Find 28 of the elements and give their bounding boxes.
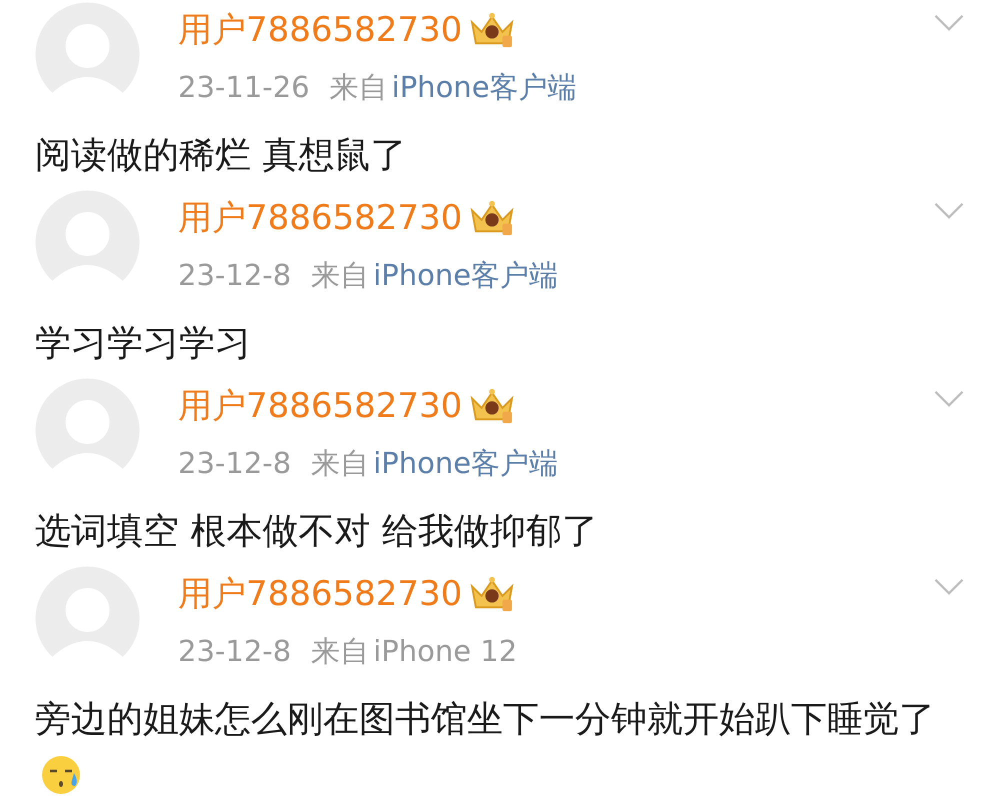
source-prefix: 来自 <box>311 634 370 668</box>
chevron-down-icon[interactable] <box>933 390 965 408</box>
chevron-down-icon[interactable] <box>933 202 965 220</box>
post-date: 23-12-8 <box>178 446 292 480</box>
post-date: 23-11-26 <box>178 70 310 104</box>
post-date: 23-12-8 <box>178 258 292 292</box>
crown-icon <box>468 11 516 49</box>
comment-text: 学习学习学习 <box>35 322 251 366</box>
source-link[interactable]: iPhone客户端 <box>373 258 558 292</box>
comment-text: 旁边的姐妹怎么刚在图书馆坐下一分钟就开始趴下睡觉了 <box>35 691 945 797</box>
username[interactable]: 用户7886582730 <box>178 198 462 238</box>
crown-icon <box>468 199 516 237</box>
comment-text: 阅读做的稀烂 真想鼠了 <box>35 134 406 178</box>
chevron-down-icon[interactable] <box>933 14 965 32</box>
source-prefix: 来自 <box>311 258 370 292</box>
crown-icon <box>468 575 516 613</box>
source-text: iPhone 12 <box>373 634 518 668</box>
chevron-down-icon[interactable] <box>933 578 965 596</box>
username[interactable]: 用户7886582730 <box>178 574 462 614</box>
crown-icon <box>468 387 516 425</box>
source-prefix: 来自 <box>311 446 370 480</box>
comment-text: 选词填空 根本做不对 给我做抑郁了 <box>35 510 598 554</box>
post-date: 23-12-8 <box>178 634 292 668</box>
username[interactable]: 用户7886582730 <box>178 10 462 50</box>
source-link[interactable]: iPhone客户端 <box>392 70 577 104</box>
username[interactable]: 用户7886582730 <box>178 386 462 426</box>
source-link[interactable]: iPhone客户端 <box>373 446 558 480</box>
source-prefix: 来自 <box>330 70 388 104</box>
